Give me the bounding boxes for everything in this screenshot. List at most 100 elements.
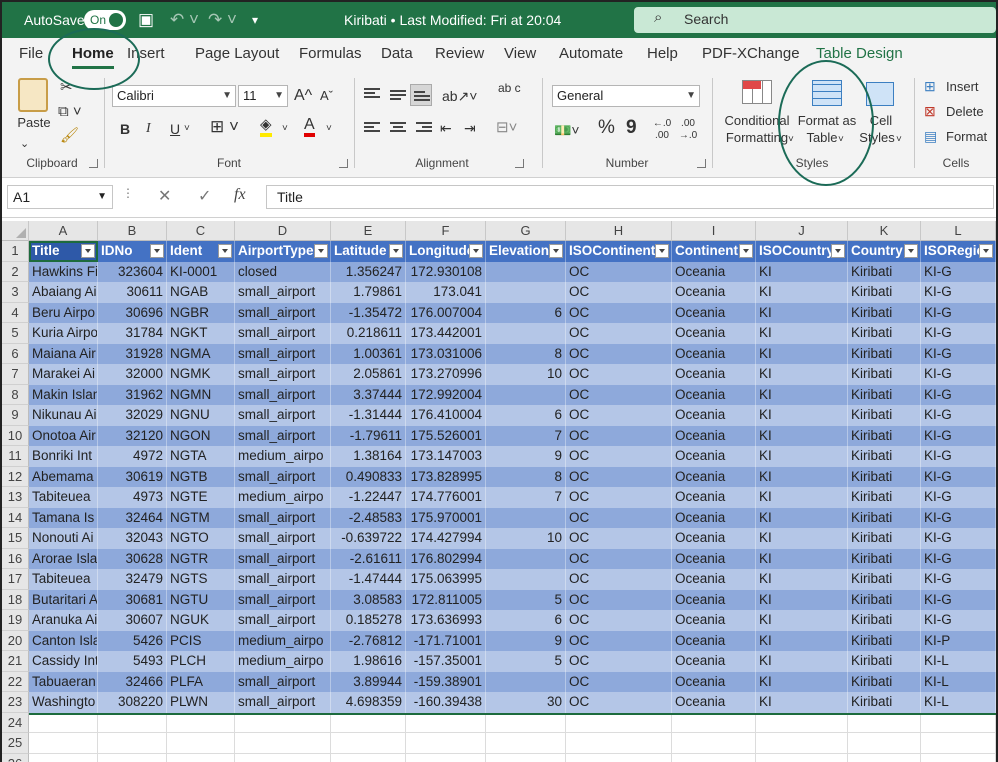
enter-icon[interactable]: ✓ [198, 186, 211, 206]
table-cell[interactable]: KI-G [921, 261, 996, 282]
table-cell[interactable]: Kiribati [848, 692, 921, 713]
table-cell[interactable]: Kiribati [848, 446, 921, 467]
row-header[interactable]: 11 [2, 446, 29, 467]
table-cell[interactable]: OC [566, 343, 672, 364]
table-cell[interactable]: 31928 [98, 343, 167, 364]
table-cell[interactable]: OC [566, 282, 672, 303]
table-header-cell[interactable]: Longitude [406, 241, 486, 262]
table-cell[interactable]: 32479 [98, 569, 167, 590]
table-cell[interactable]: KI-G [921, 569, 996, 590]
table-cell[interactable]: KI [756, 651, 848, 672]
table-cell[interactable]: KI [756, 302, 848, 323]
table-cell[interactable]: 173.270996 [406, 364, 486, 385]
table-cell[interactable]: OC [566, 405, 672, 426]
table-cell[interactable]: Tabuaeran [29, 671, 98, 692]
autosave-toggle[interactable]: On [84, 10, 126, 30]
customize-qat-icon[interactable]: ▾ [252, 2, 258, 38]
row-header[interactable]: 18 [2, 589, 29, 610]
table-cell[interactable]: Arorae Isla [29, 548, 98, 569]
redo-icon[interactable]: ↷ ˅ [208, 2, 237, 38]
table-cell[interactable]: KI [756, 466, 848, 487]
table-cell[interactable]: Kiribati [848, 569, 921, 590]
filter-dropdown-icon[interactable] [389, 244, 403, 258]
table-cell[interactable]: Oceania [672, 671, 756, 692]
table-cell[interactable]: Oceania [672, 487, 756, 508]
table-cell[interactable]: Oceania [672, 425, 756, 446]
table-cell[interactable]: Kiribati [848, 282, 921, 303]
table-cell[interactable]: Oceania [672, 569, 756, 590]
table-cell[interactable] [486, 569, 566, 590]
table-cell[interactable]: 3.08583 [331, 589, 406, 610]
cancel-icon[interactable]: ✕ [158, 186, 171, 206]
table-cell[interactable]: 32043 [98, 528, 167, 549]
table-cell[interactable]: -1.35472 [331, 302, 406, 323]
row-header[interactable]: 3 [2, 282, 29, 303]
table-cell[interactable]: 5426 [98, 630, 167, 651]
column-header[interactable]: E [331, 221, 406, 241]
table-cell[interactable]: -2.61611 [331, 548, 406, 569]
insert-cells-icon[interactable]: ⊞ [924, 76, 936, 96]
align-middle-icon[interactable] [390, 90, 406, 102]
row-header[interactable]: 4 [2, 302, 29, 323]
tab-formulas[interactable]: Formulas [299, 45, 362, 62]
table-cell[interactable]: KI [756, 507, 848, 528]
table-cell[interactable]: KI-L [921, 651, 996, 672]
table-cell[interactable]: KI-G [921, 343, 996, 364]
merge-center-icon[interactable]: ⊟˅ [496, 118, 517, 138]
table-cell[interactable]: Butaritari A [29, 589, 98, 610]
table-cell[interactable]: 30681 [98, 589, 167, 610]
table-cell[interactable]: OC [566, 425, 672, 446]
row-header[interactable]: 22 [2, 671, 29, 692]
table-cell[interactable]: Canton Isla [29, 630, 98, 651]
table-cell[interactable]: small_airport [235, 548, 331, 569]
table-cell[interactable]: PCIS [167, 630, 235, 651]
format-painter-icon[interactable]: 🖌 [60, 126, 79, 146]
table-cell[interactable]: KI [756, 528, 848, 549]
table-cell[interactable]: KI-G [921, 507, 996, 528]
table-cell[interactable]: 31784 [98, 323, 167, 344]
table-cell[interactable]: KI-G [921, 589, 996, 610]
table-cell[interactable]: Oceania [672, 282, 756, 303]
table-cell[interactable]: OC [566, 384, 672, 405]
row-header[interactable]: 26 [2, 753, 29, 762]
font-size-select[interactable]: 11 ▼ [238, 85, 288, 107]
table-cell[interactable]: small_airport [235, 343, 331, 364]
table-cell[interactable]: 176.802994 [406, 548, 486, 569]
insert-function-button[interactable]: fx [234, 186, 246, 204]
table-cell[interactable] [486, 282, 566, 303]
table-cell[interactable]: 1.79861 [331, 282, 406, 303]
table-cell[interactable]: Kiribati [848, 384, 921, 405]
table-cell[interactable]: small_airport [235, 528, 331, 549]
table-cell[interactable]: Oceania [672, 323, 756, 344]
table-cell[interactable]: OC [566, 323, 672, 344]
row-header[interactable]: 1 [2, 241, 29, 262]
number-launcher-icon[interactable] [697, 159, 706, 168]
table-cell[interactable]: OC [566, 446, 672, 467]
spreadsheet-grid[interactable]: A B C D E F G H I J K L 1 2 3 4 5 6 7 8 9 10 11 12 13 14 15 16 17 18 1… [2, 218, 996, 762]
table-cell[interactable]: Kiribati [848, 548, 921, 569]
row-header[interactable]: 10 [2, 425, 29, 446]
table-header-cell[interactable]: Title [29, 241, 98, 262]
table-cell[interactable]: 173.031006 [406, 343, 486, 364]
table-cell[interactable]: 173.041 [406, 282, 486, 303]
table-cell[interactable]: 6 [486, 405, 566, 426]
row-header[interactable]: 12 [2, 466, 29, 487]
table-cell[interactable]: Oceania [672, 548, 756, 569]
table-cell[interactable]: 176.410004 [406, 405, 486, 426]
table-cell[interactable]: 0.218611 [331, 323, 406, 344]
table-cell[interactable]: Kiribati [848, 425, 921, 446]
table-cell[interactable]: 173.636993 [406, 610, 486, 631]
table-cell[interactable]: Oceania [672, 589, 756, 610]
orientation-icon[interactable]: ab↗˅ [442, 86, 477, 106]
table-cell[interactable]: 4972 [98, 446, 167, 467]
grow-font-button[interactable]: A^ [294, 86, 312, 106]
table-cell[interactable]: Tabiteuea [29, 487, 98, 508]
filter-dropdown-icon[interactable] [314, 244, 328, 258]
table-cell[interactable] [486, 507, 566, 528]
table-cell[interactable]: Kiribati [848, 671, 921, 692]
column-header[interactable]: A [29, 221, 98, 241]
row-header[interactable]: 8 [2, 384, 29, 405]
table-cell[interactable]: Hawkins Fi [29, 261, 98, 282]
table-cell[interactable]: 1.00361 [331, 343, 406, 364]
undo-icon[interactable]: ↶ ˅ [170, 2, 199, 38]
